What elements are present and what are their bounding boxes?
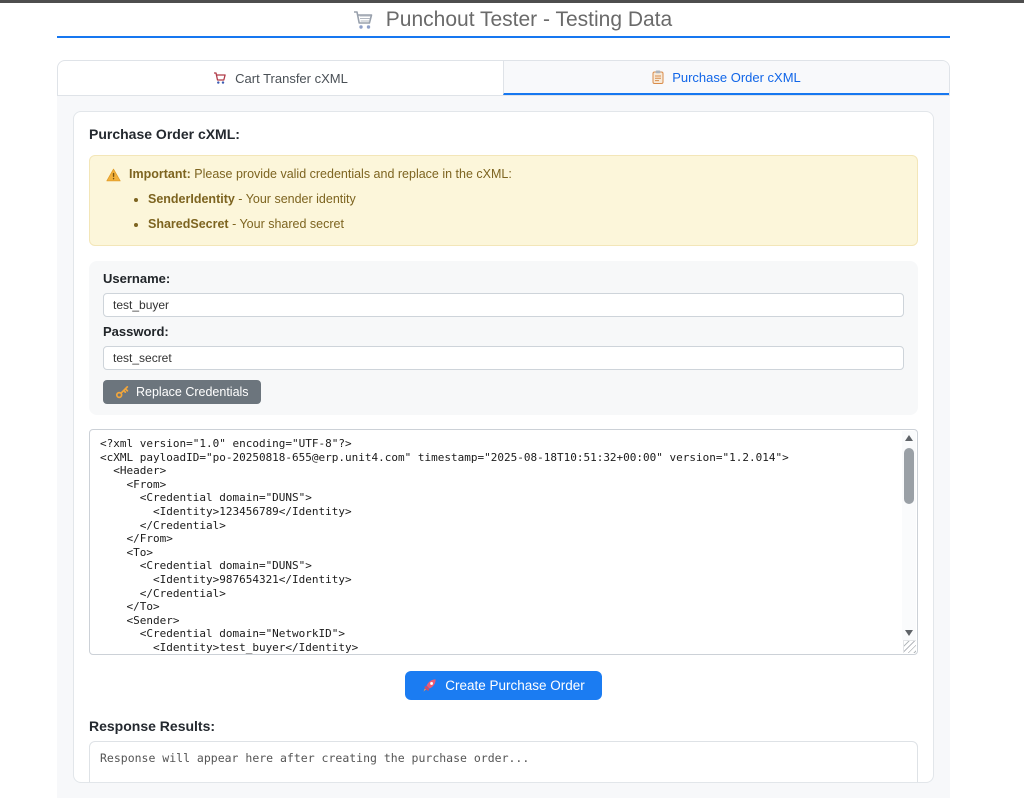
shopping-cart-icon — [352, 9, 376, 31]
warning-message: Please provide valid credentials and rep… — [191, 167, 512, 181]
tab-purchase-order[interactable]: Purchase Order cXML — [503, 61, 949, 95]
resize-grip-icon[interactable] — [903, 640, 916, 653]
username-label: Username: — [103, 271, 904, 287]
warning-text: Important: Please provide valid credenti… — [129, 166, 512, 183]
scroll-up-icon[interactable] — [902, 431, 916, 445]
create-purchase-order-button[interactable]: Create Purchase Order — [405, 671, 602, 700]
page-header: Punchout Tester - Testing Data — [0, 3, 1024, 36]
username-input[interactable] — [103, 293, 904, 317]
response-results-textarea[interactable]: Response will appear here after creating… — [89, 741, 918, 783]
replace-credentials-button[interactable]: Replace Credentials — [103, 380, 261, 404]
warning-icon — [106, 168, 121, 182]
scroll-down-icon[interactable] — [902, 626, 916, 640]
tab-purchase-order-label: Purchase Order cXML — [672, 70, 801, 85]
password-input[interactable] — [103, 346, 904, 370]
tab-bar: Cart Transfer cXML Purchase Order cXML — [57, 60, 950, 96]
clipboard-icon — [652, 70, 664, 84]
warning-desc: - Your sender identity — [235, 192, 356, 206]
xml-scrollbar[interactable] — [902, 431, 916, 640]
warning-desc: - Your shared secret — [229, 217, 344, 231]
purchase-order-card: Purchase Order cXML: Important: Please p… — [73, 111, 934, 783]
warning-list: SenderIdentity - Your sender identity Sh… — [106, 191, 901, 233]
response-results-label: Response Results: — [89, 718, 918, 734]
po-xml-textarea[interactable]: <?xml version="1.0" encoding="UTF-8"?> <… — [89, 429, 918, 655]
warning-head: Important: Please provide valid credenti… — [106, 166, 901, 183]
password-label: Password: — [103, 324, 904, 340]
warning-alert: Important: Please provide valid credenti… — [89, 155, 918, 246]
warning-item-sender-identity: SenderIdentity - Your sender identity — [148, 191, 901, 208]
scrollbar-thumb[interactable] — [904, 448, 914, 504]
warning-term: SharedSecret — [148, 217, 229, 231]
cart-icon — [213, 71, 227, 85]
po-xml-content: <?xml version="1.0" encoding="UTF-8"?> <… — [90, 430, 917, 655]
warning-term: SenderIdentity — [148, 192, 235, 206]
header-divider — [57, 36, 950, 38]
page-title: Punchout Tester - Testing Data — [386, 8, 672, 32]
warning-prefix: Important: — [129, 167, 191, 181]
create-button-row: Create Purchase Order — [89, 671, 918, 700]
key-icon — [115, 385, 129, 399]
tab-cart-transfer-label: Cart Transfer cXML — [235, 71, 348, 86]
replace-credentials-label: Replace Credentials — [136, 385, 249, 399]
credentials-box: Username: Password: Replace Credentials — [89, 261, 918, 415]
warning-item-shared-secret: SharedSecret - Your shared secret — [148, 216, 901, 233]
create-purchase-order-label: Create Purchase Order — [445, 678, 585, 693]
tab-cart-transfer[interactable]: Cart Transfer cXML — [58, 61, 503, 95]
section-title: Purchase Order cXML: — [89, 126, 918, 143]
rocket-icon — [422, 678, 437, 693]
tab-content-panel: Purchase Order cXML: Important: Please p… — [57, 96, 950, 798]
